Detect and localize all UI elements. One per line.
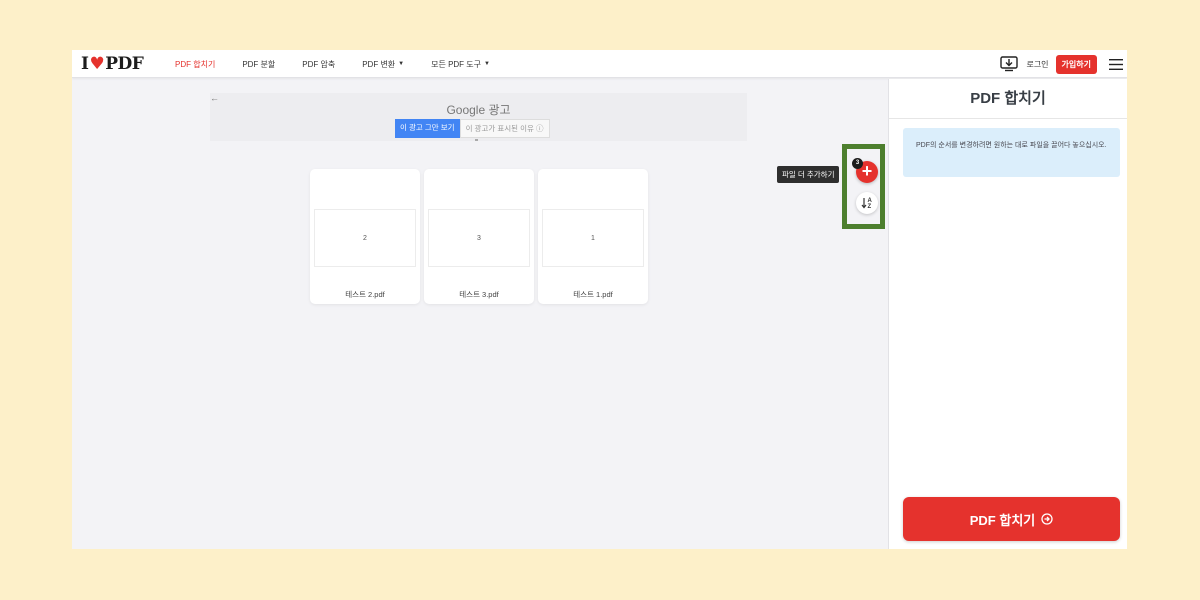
file-card[interactable]: 2 테스트 2.pdf: [310, 169, 420, 304]
svg-text:Z: Z: [868, 204, 872, 210]
nav-item-merge-pdf[interactable]: PDF 합치기: [175, 59, 215, 70]
caret-down-icon: ▼: [398, 61, 405, 67]
login-link[interactable]: 로그인: [1026, 59, 1048, 70]
stop-seeing-ad-button[interactable]: 이 광고 그만 보기: [395, 119, 460, 138]
sort-alpha-icon[interactable]: A Z: [856, 192, 878, 214]
page-thumbnail: 2: [314, 209, 416, 267]
merge-sidebar: PDF 합치기 PDF의 순서를 변경하려면 원하는 대로 파일을 끌어다 놓으…: [888, 79, 1127, 549]
logo-letter-i: I: [81, 54, 89, 74]
nav-item-label: PDF 합치기: [175, 59, 216, 69]
google-ad-banner: ← Google 광고 이 광고 그만 보기 이 광고가 표시된 이유 ⓘ: [210, 93, 747, 141]
page-thumbnail: 3: [428, 209, 530, 267]
file-name: 테스트 2.pdf: [345, 290, 385, 299]
nav-item-compress-pdf[interactable]: PDF 압축: [302, 59, 335, 70]
reorder-info-box: PDF의 순서를 변경하려면 원하는 대로 파일을 끌어다 놓으십시오.: [903, 128, 1120, 177]
ad-indicator: [475, 139, 478, 141]
main-nav: PDF 합치기 PDF 분할 PDF 압축 PDF 변환 ▼ 모든 PDF 도구…: [175, 50, 517, 78]
app-window: I ♥ PDF PDF 합치기 PDF 분할 PDF 압축 PDF 변환 ▼ 모…: [72, 50, 1127, 549]
nav-item-label: PDF 변환: [362, 59, 396, 69]
file-tools-panel: + 3 A Z: [842, 144, 885, 229]
file-name: 테스트 3.pdf: [459, 290, 499, 299]
arrow-circle-right-icon: [1041, 513, 1053, 525]
nav-item-label: PDF 분할: [242, 59, 276, 69]
nav-item-label: 모든 PDF 도구: [431, 59, 482, 69]
file-name: 테스트 1.pdf: [573, 290, 613, 299]
why-this-ad-button[interactable]: 이 광고가 표시된 이유 ⓘ: [459, 119, 550, 138]
signup-button[interactable]: 가입하기: [1055, 54, 1097, 74]
ilovepdf-logo[interactable]: I ♥ PDF: [81, 54, 144, 74]
merge-pdf-button[interactable]: PDF 합치기: [903, 497, 1120, 541]
nav-item-convert-pdf[interactable]: PDF 변환 ▼: [362, 59, 404, 70]
sidebar-title: PDF 합치기: [889, 79, 1127, 119]
nav-item-all-pdf-tools[interactable]: 모든 PDF 도구 ▼: [431, 59, 490, 70]
nav-item-split-pdf[interactable]: PDF 분할: [242, 59, 275, 70]
header-actions: 로그인 가입하기: [1000, 50, 1127, 78]
ad-buttons: 이 광고 그만 보기 이 광고가 표시된 이유 ⓘ: [395, 119, 550, 138]
desktop-download-icon[interactable]: [1000, 56, 1019, 72]
heart-icon: ♥: [89, 54, 105, 74]
merge-button-label: PDF 합치기: [969, 512, 1036, 528]
file-card[interactable]: 3 테스트 3.pdf: [424, 169, 534, 304]
ad-title: Google 광고: [446, 103, 511, 117]
logo-text-pdf: PDF: [105, 54, 144, 74]
add-more-files-tooltip: 파일 더 추가하기: [777, 166, 840, 183]
page-number: 1: [591, 234, 595, 242]
file-count-badge: 3: [852, 158, 863, 169]
page-number: 3: [477, 234, 481, 242]
file-card[interactable]: 1 테스트 1.pdf: [538, 169, 648, 304]
caret-down-icon: ▼: [484, 61, 490, 67]
top-navigation-bar: I ♥ PDF PDF 합치기 PDF 분할 PDF 압축 PDF 변환 ▼ 모…: [72, 50, 1127, 78]
hamburger-menu-icon[interactable]: [1109, 58, 1123, 70]
sort-alpha-glyph: A Z: [861, 198, 873, 210]
nav-item-label: PDF 압축: [302, 59, 336, 69]
page-thumbnail: 1: [542, 209, 644, 267]
page-number: 2: [363, 234, 367, 242]
